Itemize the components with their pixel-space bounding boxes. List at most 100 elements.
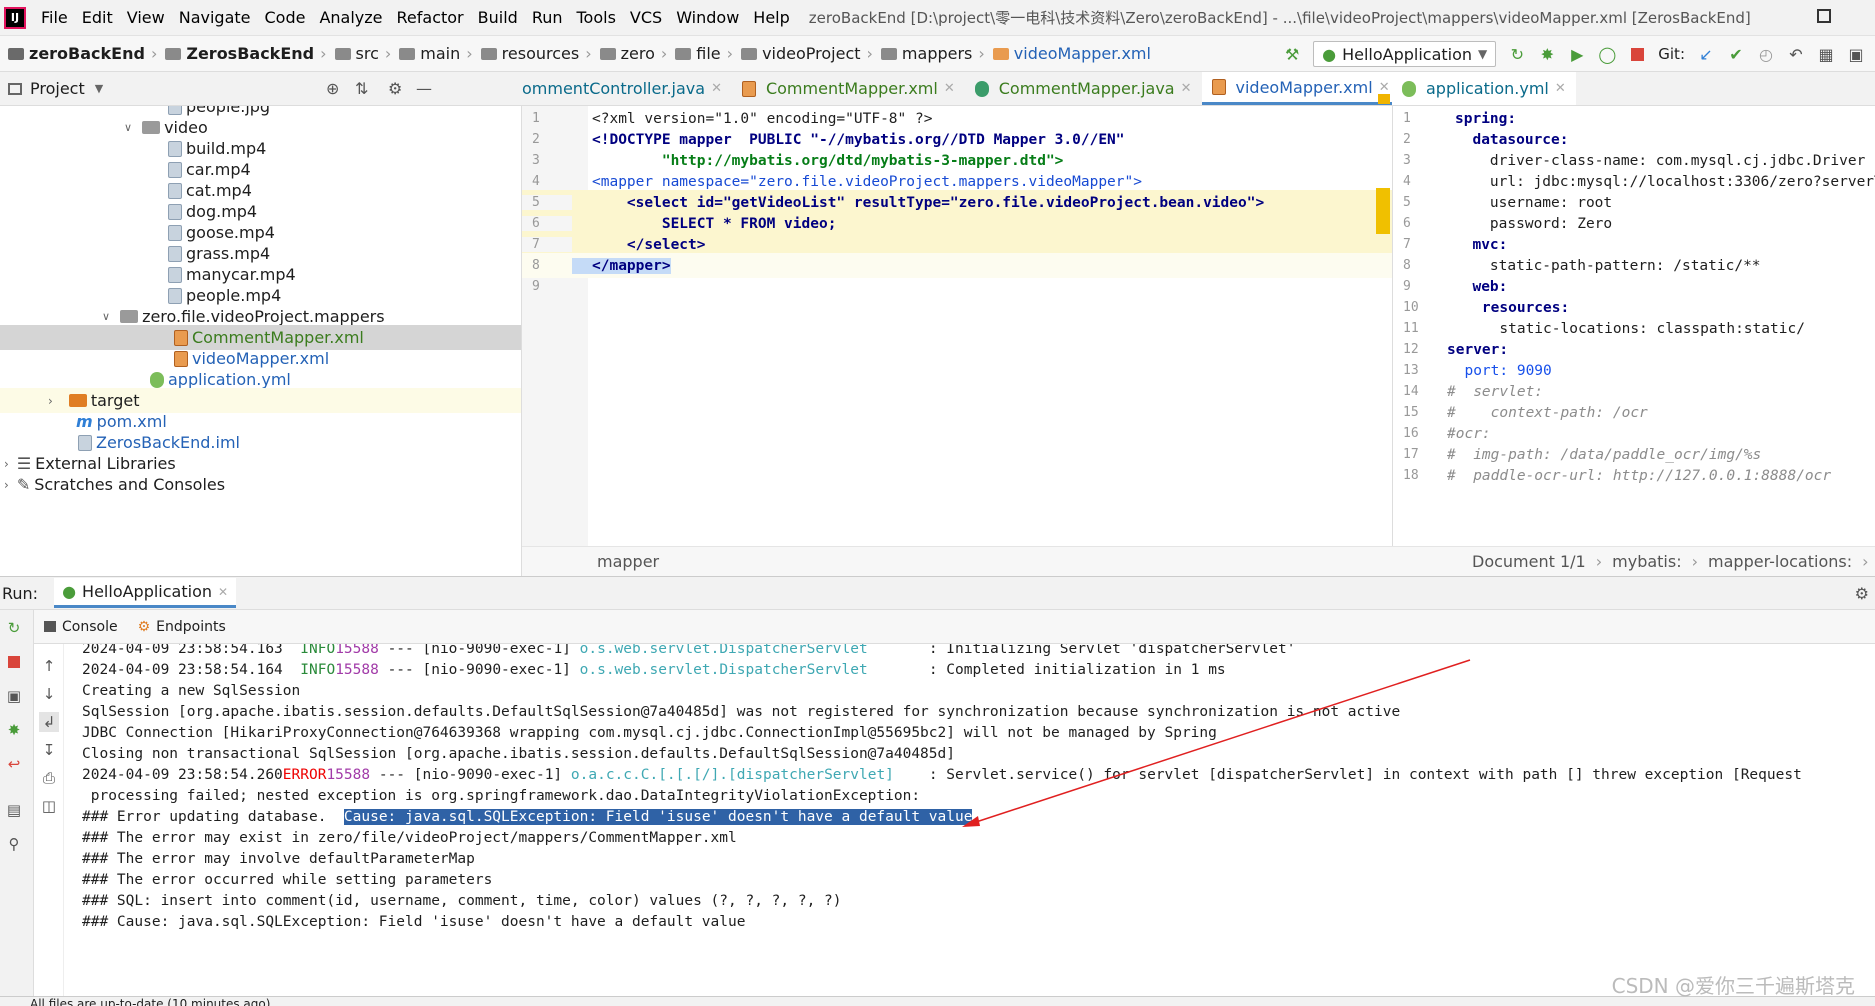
menu-code[interactable]: Code	[258, 8, 313, 27]
close-icon[interactable]: ✕	[944, 81, 955, 96]
maven-icon: m	[76, 412, 93, 431]
close-icon[interactable]: ✕	[1181, 81, 1192, 96]
xml-editor[interactable]: 1 <?xml version="1.0" encoding="UTF-8" ?>…	[522, 94, 1392, 546]
rerun-icon[interactable]: ↻	[1508, 45, 1526, 64]
yml-line: 18 # paddle-ocr-url: http://127.0.0.1:888…	[1403, 467, 1832, 484]
menu-vcs[interactable]: VCS	[623, 8, 669, 27]
menu-build[interactable]: Build	[471, 8, 525, 27]
menu-refactor[interactable]: Refactor	[390, 8, 471, 27]
folder-icon	[68, 394, 87, 407]
run-toolbar: ↻ ▣ ✸ ↩ ▤ ⚲	[0, 610, 34, 996]
maximize-icon[interactable]	[1817, 9, 1831, 23]
console-output[interactable]: 2024-04-09 23:58:54.163 INFO 15588 --- […	[64, 644, 1875, 996]
status-bar: All files are up-to-date (10 minutes ago…	[0, 996, 1875, 1006]
print-icon[interactable]: ⎙	[39, 768, 59, 788]
yml-file-icon	[1402, 80, 1416, 97]
tab-helloapplication[interactable]: ● HelloApplication ✕	[54, 578, 237, 608]
menu-help[interactable]: Help	[746, 8, 796, 27]
close-icon[interactable]: ✕	[1555, 81, 1566, 96]
code-line: 9	[532, 279, 540, 294]
menu-window[interactable]: Window	[669, 8, 746, 27]
camera-icon[interactable]: ▣	[4, 686, 24, 706]
layout-icon[interactable]: ▣	[1847, 45, 1865, 64]
console-icon	[44, 621, 56, 632]
menu-bar: IJ File Edit View Navigate Code Analyze …	[0, 0, 1875, 36]
tab-commentmapper-xml[interactable]: CommentMapper.xml ✕	[732, 72, 965, 105]
locate-icon[interactable]: ⊕	[326, 79, 339, 98]
chevron-down-icon[interactable]: ▼	[95, 82, 103, 95]
rerun-icon[interactable]: ↻	[4, 618, 24, 638]
layout-icon[interactable]: ▤	[4, 800, 24, 820]
soft-wrap-icon[interactable]: ↲	[39, 712, 59, 732]
tree-item-scratches[interactable]: › ✎ Scratches and Consoles	[0, 472, 521, 497]
menu-navigate[interactable]: Navigate	[172, 8, 258, 27]
gear-icon[interactable]: ⚙	[388, 79, 402, 98]
menu-tools[interactable]: Tools	[570, 8, 623, 27]
menu-edit[interactable]: Edit	[75, 8, 120, 27]
crumb-resources[interactable]: resources ›	[473, 44, 592, 63]
crumb-videoproject[interactable]: videoProject ›	[733, 44, 873, 63]
coverage-icon[interactable]: ▶	[1568, 45, 1586, 64]
chevron-down-icon[interactable]: ∨	[102, 310, 110, 323]
hide-panel-icon[interactable]: —	[416, 79, 432, 98]
project-title[interactable]: Project	[30, 79, 85, 98]
selected-text: Cause: java.sql.SQLException: Field 'isu…	[343, 808, 973, 825]
chevron-right-icon[interactable]: ›	[4, 478, 9, 492]
crumb-videomapper[interactable]: videoMapper.xml	[985, 44, 1151, 63]
tab-endpoints[interactable]: ⚙ Endpoints	[138, 619, 226, 635]
tab-commentmapper-java[interactable]: CommentMapper.java ✕	[965, 72, 1202, 105]
debug-restart-icon[interactable]: ✸	[4, 720, 24, 740]
chevron-down-icon[interactable]: ∨	[124, 121, 132, 134]
tab-application-yml[interactable]: application.yml ✕	[1392, 72, 1576, 105]
menu-analyze[interactable]: Analyze	[312, 8, 389, 27]
debug-icon[interactable]: ✸	[1538, 45, 1556, 64]
scroll-to-end-icon[interactable]: ↧	[39, 740, 59, 760]
crumb-module[interactable]: ZerosBackEnd ›	[157, 44, 327, 63]
library-icon: ☰	[16, 454, 32, 473]
menu-file[interactable]: File	[34, 8, 75, 27]
arrow-down-icon[interactable]: ↓	[39, 684, 59, 704]
stop-icon[interactable]	[1628, 45, 1646, 63]
trash-icon[interactable]: ◫	[39, 796, 59, 816]
warning-marker[interactable]	[1378, 94, 1390, 104]
collapse-all-icon[interactable]: ⇅	[355, 79, 368, 98]
tab-videomapper-xml[interactable]: videoMapper.xml ✕	[1201, 72, 1400, 105]
tab-commentcontroller-java[interactable]: ommentController.java ✕	[522, 72, 732, 105]
git-rollback-icon[interactable]: ↶	[1787, 45, 1805, 64]
close-icon[interactable]: ✕	[711, 81, 722, 96]
crumb-zero[interactable]: zero ›	[592, 44, 667, 63]
interface-icon	[974, 80, 989, 97]
chevron-right-icon[interactable]: ›	[4, 457, 9, 471]
menu-view[interactable]: View	[120, 8, 172, 27]
yml-breadcrumb[interactable]: Document 1/1 › mybatis: › mapper-locations…	[1392, 546, 1875, 576]
chevron-right-icon[interactable]: ›	[48, 394, 53, 408]
tab-console[interactable]: Console	[44, 619, 118, 635]
project-tool-header: Project ▼ ⊕ ⇅ ⚙ —	[0, 72, 522, 106]
gear-icon[interactable]: ⚙	[1855, 584, 1869, 603]
profile-icon[interactable]: ◯	[1598, 45, 1616, 64]
crumb-main[interactable]: main ›	[391, 44, 473, 63]
stop-icon[interactable]	[4, 652, 24, 672]
run-config-select[interactable]: ● HelloApplication ▼	[1313, 41, 1497, 67]
close-icon[interactable]: ✕	[1379, 80, 1390, 95]
crumb-root[interactable]: zeroBackEnd ›	[0, 44, 157, 63]
crumb-file[interactable]: file ›	[667, 44, 733, 63]
exit-icon[interactable]: ↩	[4, 754, 24, 774]
file-icon	[168, 266, 182, 283]
git-commit-icon[interactable]: ✔	[1727, 45, 1745, 64]
yml-editor[interactable]: 1 spring: 2 datasource: 3 driver-class-na…	[1392, 106, 1875, 546]
yml-tab-bar: application.yml ✕	[1392, 72, 1875, 106]
console-toolbar: ↑ ↓ ↲ ↧ ⎙ ◫	[34, 644, 64, 996]
arrow-up-icon[interactable]: ↑	[39, 656, 59, 676]
menu-run[interactable]: Run	[525, 8, 570, 27]
close-icon[interactable]: ✕	[218, 585, 228, 599]
git-update-icon[interactable]: ↙	[1697, 45, 1715, 64]
crumb-mappers[interactable]: mappers ›	[873, 44, 985, 63]
editor-breadcrumb[interactable]: mapper	[522, 546, 1392, 576]
project-structure-icon[interactable]: ▦	[1817, 45, 1835, 64]
crumb-src[interactable]: src ›	[327, 44, 391, 63]
git-history-icon[interactable]: ◴	[1757, 45, 1775, 64]
pin-icon[interactable]: ⚲	[4, 834, 24, 854]
project-tree: people.jpg ∨ video build.mp4 car.mp4 cat.…	[0, 106, 522, 576]
build-hammer-icon[interactable]: ⚒	[1283, 45, 1301, 64]
